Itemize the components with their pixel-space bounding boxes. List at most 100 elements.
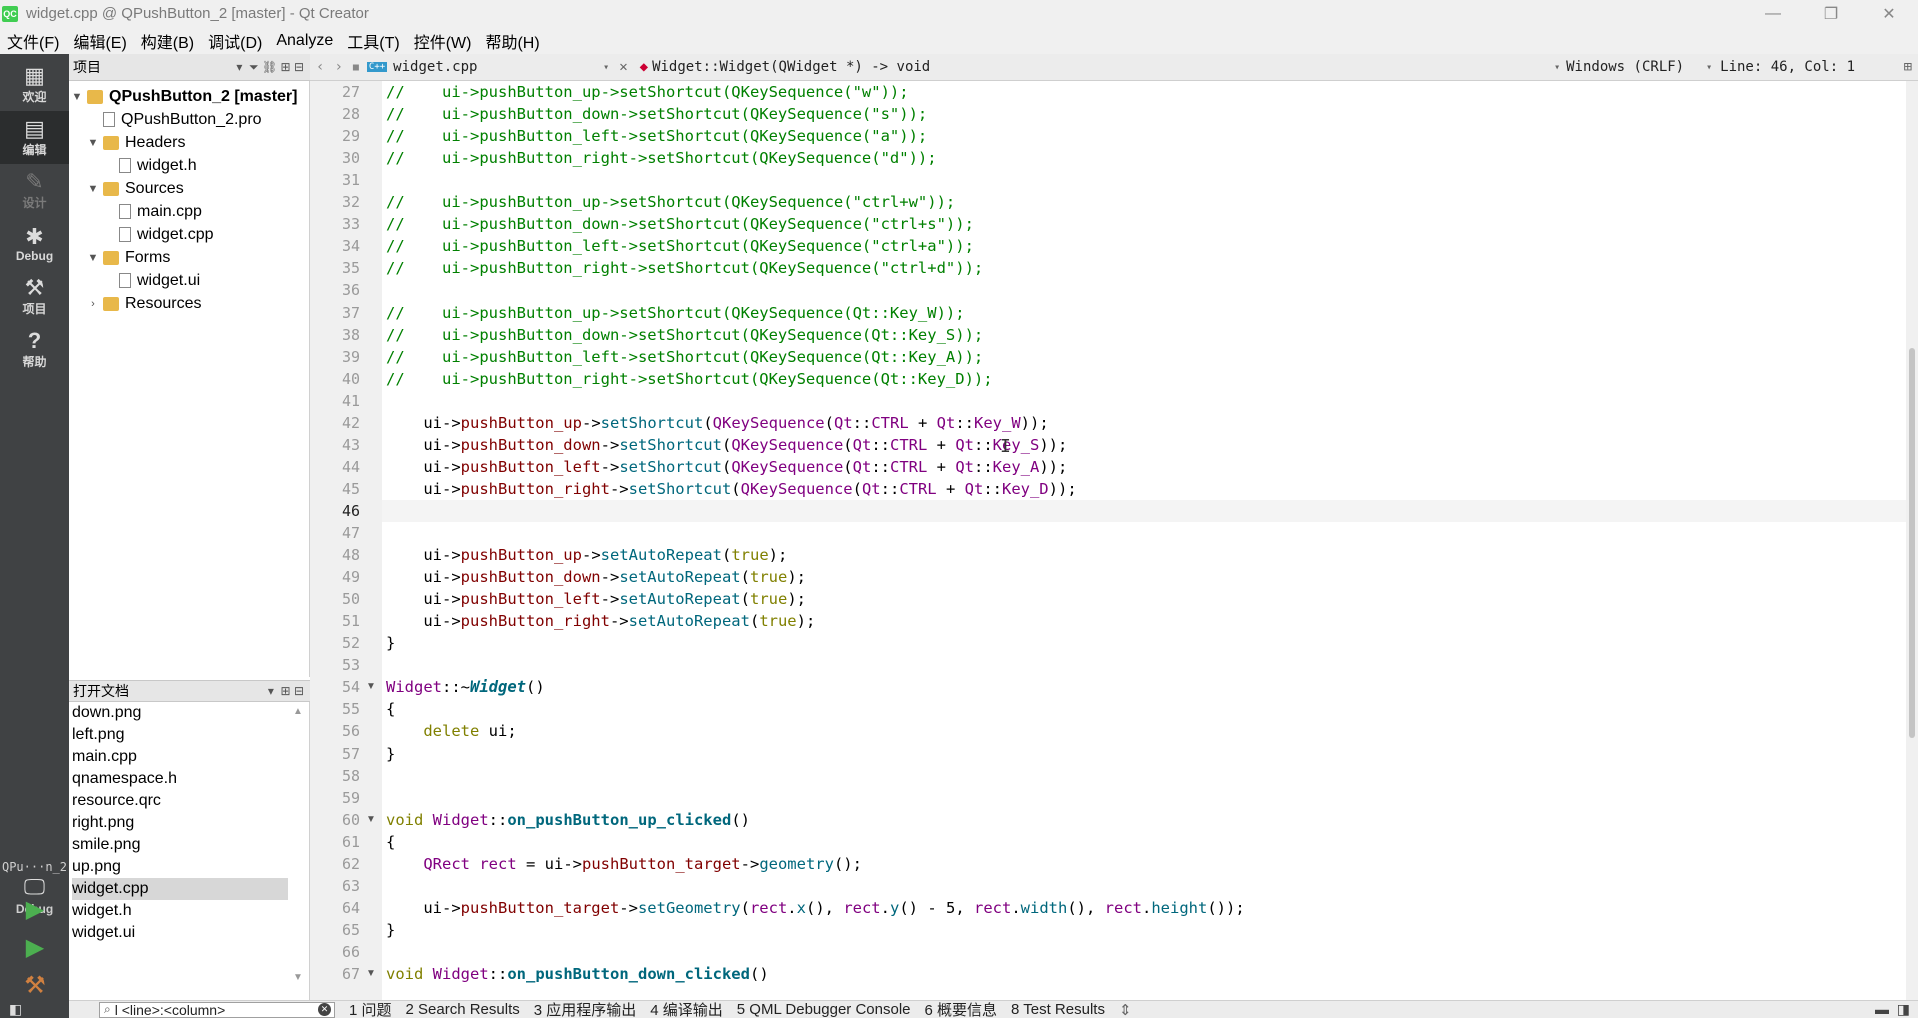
- tree-item-main-cpp[interactable]: main.cpp: [103, 200, 202, 223]
- open-doc-item-selected[interactable]: widget.cpp: [72, 878, 288, 900]
- clear-icon[interactable]: ✕: [318, 1003, 331, 1016]
- open-doc-item[interactable]: down.png: [72, 702, 288, 724]
- code-line[interactable]: {: [386, 698, 395, 720]
- fold-marker-icon[interactable]: ▼: [366, 809, 376, 831]
- code-line[interactable]: // ui->pushButton_up->setShortcut(QKeySe…: [386, 191, 955, 213]
- run-button[interactable]: ▶: [20, 894, 50, 924]
- output-tab-general-messages[interactable]: 6 概要信息: [925, 999, 998, 1020]
- code-line[interactable]: void Widget::on_pushButton_down_clicked(…: [386, 963, 769, 985]
- code-line[interactable]: ui->pushButton_up->setShortcut(QKeySeque…: [386, 412, 1048, 434]
- menu-help[interactable]: 帮助(H): [478, 29, 546, 53]
- toggle-sidebar-icon[interactable]: ◧: [9, 1001, 22, 1018]
- collapse-arrow-icon[interactable]: ›: [87, 298, 99, 310]
- open-doc-item[interactable]: up.png: [72, 856, 288, 878]
- code-line[interactable]: // ui->pushButton_down->setShortcut(QKey…: [386, 324, 983, 346]
- close-document-icon[interactable]: ✕: [619, 59, 627, 75]
- code-line[interactable]: Widget::~Widget(): [386, 676, 545, 698]
- code-line[interactable]: void Widget::on_pushButton_up_clicked(): [386, 809, 750, 831]
- open-doc-item[interactable]: left.png: [72, 724, 288, 746]
- menu-debug[interactable]: 调试(D): [201, 29, 269, 53]
- fold-marker-icon[interactable]: ▼: [366, 963, 376, 985]
- fold-marker-icon[interactable]: ▼: [366, 676, 376, 698]
- open-doc-item[interactable]: smile.png: [72, 834, 288, 856]
- menu-controls[interactable]: 控件(W): [407, 29, 479, 53]
- progress-toggle-icon[interactable]: ▬ ◨: [1875, 1001, 1910, 1018]
- menu-edit[interactable]: 编辑(E): [66, 29, 133, 53]
- code-line[interactable]: }: [386, 919, 395, 941]
- output-tab-issues[interactable]: 1 问题: [349, 999, 392, 1020]
- scroll-down-arrow-icon[interactable]: ▼: [293, 972, 303, 983]
- menu-tools[interactable]: 工具(T): [340, 29, 406, 53]
- tree-item-widget-h[interactable]: widget.h: [103, 154, 197, 177]
- code-line[interactable]: // ui->pushButton_right->setShortcut(QKe…: [386, 257, 983, 279]
- minimize-button[interactable]: —: [1744, 0, 1802, 27]
- mode-projects[interactable]: ⚒ 项目: [0, 270, 69, 323]
- expand-arrow-icon[interactable]: ▼: [87, 252, 99, 264]
- code-line[interactable]: QRect rect = ui->pushButton_target->geom…: [386, 853, 862, 875]
- locator-input[interactable]: ⌕ l <line>:<column> ✕: [99, 1001, 335, 1018]
- expand-arrow-icon[interactable]: ▼: [71, 91, 83, 103]
- code-line[interactable]: // ui->pushButton_down->setShortcut(QKey…: [386, 213, 974, 235]
- mode-edit[interactable]: ▤ 编辑: [0, 111, 69, 164]
- open-doc-item[interactable]: qnamespace.h: [72, 768, 288, 790]
- open-doc-item[interactable]: widget.ui: [72, 922, 288, 944]
- mode-help[interactable]: ? 帮助: [0, 323, 69, 376]
- cursor-position[interactable]: Line: 46, Col: 1: [1720, 59, 1855, 75]
- scroll-up-arrow-icon[interactable]: ▲: [293, 706, 303, 717]
- nav-back-icon[interactable]: ‹: [316, 59, 324, 75]
- more-tabs-arrow-icon[interactable]: ⇕: [1119, 1001, 1132, 1019]
- line-ending-combo[interactable]: Windows (CRLF): [1566, 59, 1706, 75]
- code-line[interactable]: // ui->pushButton_left->setShortcut(QKey…: [386, 235, 974, 257]
- code-line[interactable]: {: [386, 831, 395, 853]
- code-line[interactable]: ui->pushButton_down->setAutoRepeat(true)…: [386, 566, 806, 588]
- code-line[interactable]: ui->pushButton_down->setShortcut(QKeySeq…: [386, 434, 1067, 456]
- tree-item-headers[interactable]: ▼ Headers: [87, 131, 186, 154]
- code-line[interactable]: delete ui;: [386, 720, 516, 742]
- open-file-combo[interactable]: widget.cpp: [393, 59, 603, 75]
- output-tab-test-results[interactable]: 8 Test Results: [1011, 1001, 1105, 1018]
- menu-file[interactable]: 文件(F): [0, 29, 66, 53]
- open-doc-item[interactable]: right.png: [72, 812, 288, 834]
- scrollbar-thumb[interactable]: [1909, 348, 1915, 738]
- tree-item-sources[interactable]: ▼ Sources: [87, 177, 184, 200]
- debug-run-button[interactable]: ▶: [20, 932, 50, 962]
- code-line[interactable]: // ui->pushButton_right->setShortcut(QKe…: [386, 147, 937, 169]
- code-line[interactable]: // ui->pushButton_left->setShortcut(QKey…: [386, 125, 927, 147]
- dropdown-arrow-icon[interactable]: ▾: [603, 62, 609, 73]
- open-doc-item[interactable]: main.cpp: [72, 746, 288, 768]
- mode-welcome[interactable]: ▦ 欢迎: [0, 58, 69, 111]
- code-editor[interactable]: // ui->pushButton_up->setShortcut(QKeySe…: [382, 81, 1906, 1000]
- expand-arrow-icon[interactable]: ▼: [87, 137, 99, 149]
- output-tab-application-output[interactable]: 3 应用程序输出: [534, 999, 637, 1020]
- dropdown-arrow-icon[interactable]: ▾: [1706, 62, 1712, 73]
- pane-toolbar-icons[interactable]: ▾ ⏷ ⛓ ⊞ ⊟: [236, 60, 304, 75]
- mode-debug[interactable]: ✱ Debug: [0, 217, 69, 270]
- tree-item-project[interactable]: ▼ QPushButton_2 [master]: [71, 85, 298, 108]
- code-line[interactable]: // ui->pushButton_up->setShortcut(QKeySe…: [386, 81, 909, 103]
- editor-scrollbar[interactable]: [1906, 81, 1918, 1000]
- tree-item-widget-cpp[interactable]: widget.cpp: [103, 223, 214, 246]
- output-tab-search-results[interactable]: 2 Search Results: [406, 1001, 520, 1018]
- mode-design[interactable]: ✎ 设计: [0, 164, 69, 217]
- tree-item-pro-file[interactable]: QPushButton_2.pro: [87, 108, 262, 131]
- dropdown-arrow-icon[interactable]: ▾: [1554, 62, 1560, 73]
- tree-item-resources[interactable]: › Resources: [87, 292, 201, 315]
- tree-item-forms[interactable]: ▼ Forms: [87, 246, 171, 269]
- menu-analyze[interactable]: Analyze: [269, 32, 340, 50]
- expand-arrow-icon[interactable]: ▼: [87, 183, 99, 195]
- code-line[interactable]: // ui->pushButton_down->setShortcut(QKey…: [386, 103, 927, 125]
- restore-button[interactable]: ❐: [1802, 0, 1860, 27]
- code-line[interactable]: ui->pushButton_target->setGeometry(rect.…: [386, 897, 1244, 919]
- nav-forward-icon[interactable]: ›: [334, 59, 342, 75]
- code-line[interactable]: ui->pushButton_up->setAutoRepeat(true);: [386, 544, 787, 566]
- open-doc-item[interactable]: resource.qrc: [72, 790, 288, 812]
- code-line[interactable]: ui->pushButton_right->setAutoRepeat(true…: [386, 610, 815, 632]
- code-line[interactable]: }: [386, 632, 395, 654]
- symbol-combo[interactable]: Widget::Widget(QWidget *) -> void: [652, 59, 1554, 75]
- pane-toolbar-icons[interactable]: ▾ ⊞ ⊟: [268, 684, 304, 698]
- tree-item-widget-ui[interactable]: widget.ui: [103, 269, 200, 292]
- code-line[interactable]: // ui->pushButton_up->setShortcut(QKeySe…: [386, 302, 965, 324]
- build-button[interactable]: ⚒: [20, 970, 50, 1000]
- close-button[interactable]: ✕: [1860, 0, 1918, 27]
- code-line[interactable]: ui->pushButton_left->setShortcut(QKeySeq…: [386, 456, 1067, 478]
